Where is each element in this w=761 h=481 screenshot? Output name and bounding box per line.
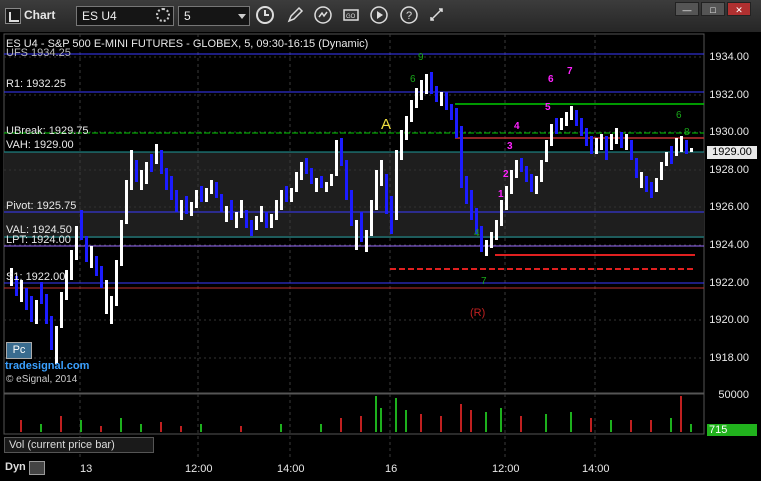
price-tick: 1924.00 (709, 239, 749, 251)
time-tick: 12:00 (185, 463, 213, 475)
svg-text:7: 7 (567, 66, 573, 77)
s1-label: S1: 1922.00 (6, 271, 66, 283)
volume-panel-label[interactable]: Vol (current price bar) (4, 437, 154, 453)
time-tick: 16 (385, 463, 398, 475)
a-marker: A (381, 116, 392, 133)
interval-value: 5 (184, 9, 191, 23)
price-tick: 1934.00 (709, 51, 749, 63)
time-tick: 13 (80, 463, 93, 475)
svg-text:4: 4 (514, 121, 520, 132)
price-tick: 1918.00 (709, 352, 749, 364)
r-marker: (R) (470, 307, 486, 319)
svg-text:3: 3 (507, 141, 513, 152)
svg-text:8: 8 (684, 127, 690, 138)
vah-label: VAH: 1929.00 (6, 139, 74, 151)
ufs-label: UFS 1934.25 (6, 47, 71, 59)
symbol-value: ES U4 (82, 9, 117, 23)
gear-icon[interactable] (156, 8, 170, 22)
maximize-button[interactable]: □ (701, 2, 725, 16)
window-title: Chart (24, 8, 56, 22)
symbol-input[interactable]: ES U4 (76, 6, 174, 26)
title-bar: Chart ES U4 5 GO ? — □ ✕ (0, 0, 761, 33)
lpt-label: LPT: 1924.00 (6, 234, 71, 246)
interval-select[interactable]: 5 (178, 6, 250, 26)
price-tick: 1932.00 (709, 89, 749, 101)
brand-label: tradesignal.com (5, 360, 90, 372)
ubreak-label: UBreak: 1929.75 (6, 125, 89, 137)
svg-text:4: 4 (474, 228, 480, 239)
r1-label: R1: 1932.25 (6, 78, 66, 90)
zoom-icon[interactable]: GO (340, 5, 362, 27)
svg-text:6: 6 (548, 74, 554, 85)
price-chart[interactable]: 1 2 3 4 5 6 7 6 9 4 7 6 8 (0, 32, 761, 481)
value-area (4, 152, 704, 238)
window-controls: — □ ✕ (675, 2, 755, 16)
pencil-icon[interactable] (284, 5, 306, 27)
copyright-label: © eSignal, 2014 (6, 374, 78, 385)
svg-text:?: ? (406, 10, 412, 22)
help-icon[interactable]: ? (398, 5, 420, 27)
time-tick: 12:00 (492, 463, 520, 475)
price-tick: 1922.00 (709, 277, 749, 289)
pivot-label: Pivot: 1925.75 (6, 200, 77, 212)
play-icon[interactable] (368, 5, 390, 27)
chevron-down-icon[interactable] (238, 14, 246, 19)
clock-icon[interactable] (254, 5, 276, 27)
link-icon[interactable] (426, 5, 448, 27)
price-tick: 1926.00 (709, 201, 749, 213)
price-tick: 1930.00 (709, 126, 749, 138)
price-tick: 1928.00 (709, 164, 749, 176)
price-tick: 1920.00 (709, 314, 749, 326)
svg-text:7: 7 (481, 276, 487, 287)
refresh-icon[interactable] (312, 5, 334, 27)
svg-text:9: 9 (418, 52, 424, 63)
svg-text:6: 6 (676, 110, 682, 121)
svg-text:2: 2 (503, 169, 509, 180)
svg-text:6: 6 (410, 74, 416, 85)
volume-value-tag: 715 (707, 424, 757, 436)
current-price-tag: 1929.00 (707, 146, 757, 159)
close-button[interactable]: ✕ (727, 2, 751, 16)
pc-button[interactable]: Pc (6, 342, 32, 359)
time-tick: 14:00 (277, 463, 305, 475)
chart-app-icon (5, 8, 21, 24)
minimize-button[interactable]: — (675, 2, 699, 16)
svg-text:1: 1 (498, 189, 504, 200)
time-tick: 14:00 (582, 463, 610, 475)
dyn-label: Dyn (5, 461, 26, 473)
svg-text:GO: GO (346, 14, 356, 20)
dyn-toggle-icon[interactable] (29, 461, 45, 475)
volume-axis-tick: 50000 (718, 389, 749, 401)
svg-text:5: 5 (545, 102, 551, 113)
